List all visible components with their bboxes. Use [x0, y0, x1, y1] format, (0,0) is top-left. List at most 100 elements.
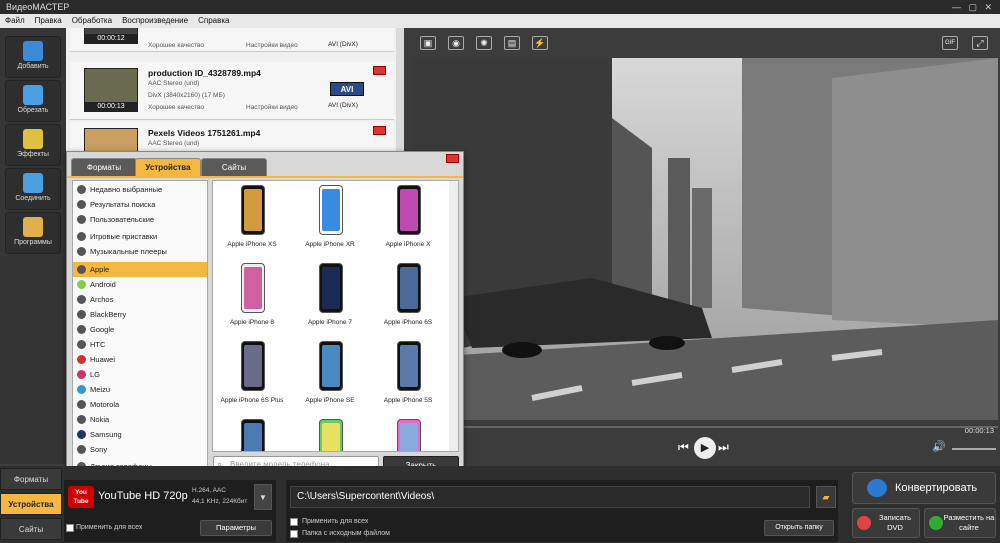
device-item[interactable]: Apple iPhone 7: [291, 259, 369, 337]
seek-bar[interactable]: [416, 426, 998, 428]
menu-help[interactable]: Справка: [198, 16, 229, 25]
menu-edit[interactable]: Правка: [35, 16, 62, 25]
file-item[interactable]: 00:00:13 production ID_4328789.mp4 AAC S…: [70, 62, 394, 120]
device-grid-scrollbar[interactable]: [449, 181, 458, 451]
programs-button[interactable]: Программы: [5, 212, 61, 254]
speed-icon[interactable]: ⚡: [532, 36, 548, 50]
player-controls: 00:00:13 ⏮ ▶ ⏭ 🔊: [412, 420, 1000, 464]
device-item[interactable]: Apple iPhone 6S: [369, 259, 447, 337]
video-preview[interactable]: [412, 58, 998, 420]
menu-process[interactable]: Обработка: [72, 16, 112, 25]
trim-button[interactable]: Обрезать: [5, 80, 61, 122]
tab-devices-bottom[interactable]: Устройства: [0, 493, 62, 515]
filmstrip-icon[interactable]: ▤: [504, 36, 520, 50]
category-item[interactable]: Nokia: [73, 412, 207, 427]
device-item[interactable]: Apple iPhone X: [369, 181, 447, 259]
category-item[interactable]: Sony: [73, 442, 207, 457]
category-icon: [77, 415, 86, 424]
settings-label[interactable]: Настройки видео: [246, 104, 298, 111]
category-item[interactable]: Музыкальные плееры: [73, 244, 207, 259]
category-item[interactable]: BlackBerry: [73, 307, 207, 322]
tab-sites[interactable]: Сайты: [201, 158, 267, 176]
format-badge[interactable]: AVI: [330, 82, 364, 96]
settings-label[interactable]: Настройки видео: [246, 42, 298, 49]
tab-devices[interactable]: Устройства: [135, 158, 201, 176]
gif-icon[interactable]: GIF: [942, 36, 958, 50]
device-item[interactable]: Apple iPhone 8: [213, 259, 291, 337]
brightness-icon[interactable]: ✺: [476, 36, 492, 50]
publish-web-button[interactable]: Разместить на сайте: [924, 508, 996, 538]
app-title: ВидеоМАСТЕР: [6, 2, 70, 12]
device-item[interactable]: Apple iPhone XS: [213, 181, 291, 259]
category-item[interactable]: Игровые приставки: [73, 229, 207, 244]
programs-icon: [23, 217, 43, 237]
quality-label[interactable]: Хорошее качество: [148, 104, 204, 111]
category-item[interactable]: Пользовательские: [73, 212, 207, 227]
category-list: Недавно выбранные Результаты поиска Поль…: [72, 180, 208, 476]
rotate-icon[interactable]: ◉: [448, 36, 464, 50]
category-item[interactable]: Apple: [73, 262, 207, 277]
quality-label[interactable]: Хорошее качество: [148, 42, 204, 49]
fullscreen-icon[interactable]: ⤢: [972, 36, 988, 50]
next-icon[interactable]: ⏭: [718, 440, 729, 455]
tab-formats-bottom[interactable]: Форматы: [0, 468, 62, 490]
title-bar: ВидеоМАСТЕР — ▢ ✕: [0, 0, 1000, 14]
convert-button[interactable]: Конвертировать: [852, 472, 996, 504]
apply-all-checkbox[interactable]: [66, 524, 74, 532]
phone-icon: [319, 185, 343, 235]
device-item[interactable]: [213, 415, 291, 451]
menu-file[interactable]: Файл: [5, 16, 25, 25]
params-button[interactable]: Параметры: [200, 520, 272, 536]
category-item[interactable]: Результаты поиска: [73, 197, 207, 212]
device-item[interactable]: [369, 415, 447, 451]
tab-sites-bottom[interactable]: Сайты: [0, 518, 62, 540]
output-path-field[interactable]: C:\Users\Supercontent\Videos\: [290, 486, 810, 508]
phone-icon: [241, 419, 265, 451]
add-button[interactable]: Добавить: [5, 36, 61, 78]
effects-button[interactable]: Эффекты: [5, 124, 61, 166]
add-icon: [23, 41, 43, 61]
category-item[interactable]: Samsung: [73, 427, 207, 442]
category-item[interactable]: Meizu: [73, 382, 207, 397]
open-folder-button[interactable]: Открыть папку: [764, 520, 834, 536]
device-item[interactable]: Apple iPhone XR: [291, 181, 369, 259]
menu-playback[interactable]: Воспроизведение: [122, 16, 188, 25]
video-frame-image: [412, 58, 998, 420]
category-item[interactable]: Motorola: [73, 397, 207, 412]
category-item[interactable]: Google: [73, 322, 207, 337]
play-icon[interactable]: ▶: [694, 437, 716, 459]
volume-slider[interactable]: [952, 448, 996, 450]
phone-icon: [397, 419, 421, 451]
category-item[interactable]: Недавно выбранные: [73, 182, 207, 197]
file-name: production ID_4328789.mp4: [148, 68, 261, 78]
category-item[interactable]: Huawei: [73, 352, 207, 367]
file-item[interactable]: 00:00:12 Хорошее качество Настройки виде…: [70, 28, 394, 52]
folder-icon[interactable]: ▰: [816, 486, 836, 508]
prev-icon[interactable]: ⏮: [678, 440, 689, 455]
remove-icon[interactable]: [373, 126, 386, 135]
window-controls[interactable]: — ▢ ✕: [952, 0, 992, 14]
crop-icon[interactable]: ▣: [420, 36, 436, 50]
burn-dvd-button[interactable]: Записать DVD: [852, 508, 920, 538]
source-folder-checkbox[interactable]: [290, 530, 298, 538]
category-icon: [77, 310, 86, 319]
join-button[interactable]: Соединить: [5, 168, 61, 210]
volume-icon[interactable]: 🔊: [932, 440, 946, 453]
devices-dialog: Форматы Устройства Сайты Недавно выбранн…: [66, 151, 464, 481]
category-item[interactable]: Archos: [73, 292, 207, 307]
device-item[interactable]: Apple iPhone SE: [291, 337, 369, 415]
category-item[interactable]: LG: [73, 367, 207, 382]
file-item[interactable]: Pexels Videos 1751261.mp4 AAC Stereo (un…: [70, 122, 394, 152]
tab-formats[interactable]: Форматы: [71, 158, 137, 176]
category-item[interactable]: Android: [73, 277, 207, 292]
device-item[interactable]: [291, 415, 369, 451]
device-item[interactable]: Apple iPhone 5S: [369, 337, 447, 415]
device-item[interactable]: Apple iPhone 6S Plus: [213, 337, 291, 415]
chevron-down-icon[interactable]: ▼: [254, 484, 272, 510]
apply-all-output-checkbox[interactable]: [290, 518, 298, 526]
join-icon: [23, 173, 43, 193]
remove-icon[interactable]: [373, 66, 386, 75]
category-item[interactable]: HTC: [73, 337, 207, 352]
phone-icon: [397, 263, 421, 313]
close-icon[interactable]: [446, 154, 459, 163]
